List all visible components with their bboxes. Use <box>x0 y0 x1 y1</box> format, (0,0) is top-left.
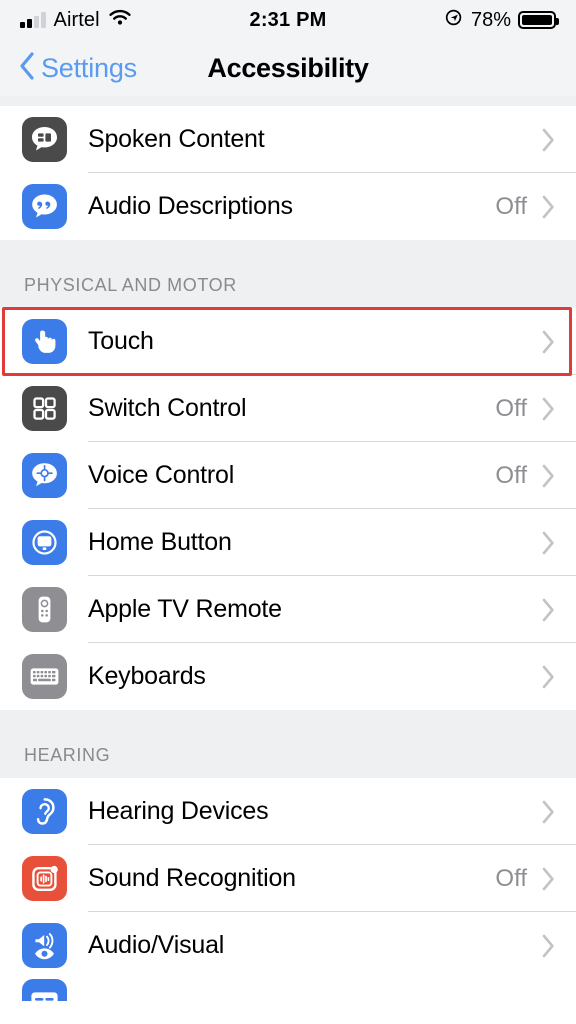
list-item-label: Home Button <box>88 528 232 557</box>
status-bar-clock: 2:31 PM <box>250 9 327 32</box>
list-item-audio-visual[interactable]: Audio/Visual <box>0 912 576 979</box>
iphone-accessibility-screen: Airtel 2:31 PM 78% <box>0 0 576 1024</box>
list-item-voice-control[interactable]: Voice Control Off <box>0 442 576 509</box>
chevron-left-icon <box>18 51 35 86</box>
chevron-right-icon <box>541 194 556 220</box>
list-item-label: Spoken Content <box>88 125 265 154</box>
settings-list: Spoken Content Audio Descriptions Off PHYSI… <box>0 96 576 1001</box>
list-item-keyboards[interactable]: Keyboards <box>0 643 576 710</box>
list-item-label: Keyboards <box>88 662 206 691</box>
battery-percentage: 78% <box>471 9 511 32</box>
home-button-icon <box>22 520 67 565</box>
list-item-value: Off <box>495 193 527 221</box>
section-gap-2: HEARING <box>0 710 576 778</box>
section-header-2: HEARING <box>24 745 110 766</box>
chevron-right-icon <box>541 799 556 825</box>
back-button-label: Settings <box>41 53 137 84</box>
list-item-value: Off <box>495 865 527 893</box>
sound-recognition-icon <box>22 856 67 901</box>
chevron-right-icon <box>541 597 556 623</box>
list-item-label: Voice Control <box>88 461 234 490</box>
list-item-home-button[interactable]: Home Button <box>0 509 576 576</box>
back-button[interactable]: Settings <box>18 51 137 86</box>
navigation-bar: Settings Accessibility <box>0 40 576 96</box>
keyboards-icon <box>22 654 67 699</box>
list-item-hearing-devices[interactable]: Hearing Devices <box>0 778 576 845</box>
list-item-label: Switch Control <box>88 394 246 423</box>
list-item-label: Touch <box>88 327 154 356</box>
list-item-label: Apple TV Remote <box>88 595 282 624</box>
section-header-1: PHYSICAL AND MOTOR <box>24 275 237 296</box>
chevron-right-icon <box>541 396 556 422</box>
section-0: Spoken Content Audio Descriptions Off <box>0 106 576 240</box>
chevron-right-icon <box>541 866 556 892</box>
audio-visual-icon <box>22 923 67 968</box>
section-1: Touch Switch Control Off Voice Control Off Ho… <box>0 308 576 710</box>
chevron-right-icon <box>541 530 556 556</box>
carrier-name: Airtel <box>54 9 100 32</box>
chevron-right-icon <box>541 664 556 690</box>
list-item-switch-control[interactable]: Switch Control Off <box>0 375 576 442</box>
audio-descriptions-icon <box>22 184 67 229</box>
touch-icon <box>22 319 67 364</box>
status-bar: Airtel 2:31 PM 78% <box>0 0 576 40</box>
section-gap-1: PHYSICAL AND MOTOR <box>0 240 576 308</box>
list-item-audio-descriptions[interactable]: Audio Descriptions Off <box>0 173 576 240</box>
wifi-icon <box>108 9 132 32</box>
battery-icon <box>518 11 556 29</box>
spoken-content-icon <box>22 117 67 162</box>
list-item-sound-recognition[interactable]: Sound Recognition Off <box>0 845 576 912</box>
hearing-devices-icon <box>22 789 67 834</box>
list-item-value: Off <box>495 462 527 490</box>
list-item-label: Audio/Visual <box>88 931 224 960</box>
subtitles-captioning-icon <box>22 979 67 1001</box>
apple-tv-remote-icon <box>22 587 67 632</box>
chevron-right-icon <box>541 329 556 355</box>
chevron-right-icon <box>541 127 556 153</box>
list-item-touch[interactable]: Touch <box>0 308 576 375</box>
list-item-label: Sound Recognition <box>88 864 296 893</box>
chevron-right-icon <box>541 933 556 959</box>
list-item-label: Hearing Devices <box>88 797 268 826</box>
voice-control-icon <box>22 453 67 498</box>
location-arrow-icon <box>445 8 464 32</box>
chevron-right-icon <box>541 463 556 489</box>
list-item-apple-tv-remote[interactable]: Apple TV Remote <box>0 576 576 643</box>
list-item-spoken-content[interactable]: Spoken Content <box>0 106 576 173</box>
list-item-value: Off <box>495 395 527 423</box>
switch-control-icon <box>22 386 67 431</box>
section-2: Hearing Devices Sound Recognition Off Audio… <box>0 778 576 979</box>
cellular-signal-icon <box>20 12 46 28</box>
list-item-label: Audio Descriptions <box>88 192 293 221</box>
list-top-gap <box>0 96 576 106</box>
list-item-partial[interactable] <box>0 979 576 1001</box>
status-bar-left: Airtel <box>20 9 132 32</box>
status-bar-right: 78% <box>445 8 556 32</box>
